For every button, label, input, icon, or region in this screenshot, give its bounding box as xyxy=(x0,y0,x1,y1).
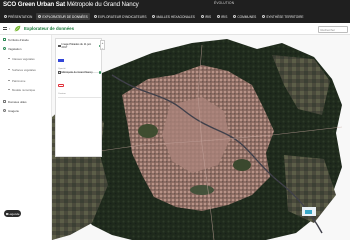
sidebar-item-surfaces[interactable]: Surfaces végétales xyxy=(8,67,36,72)
dash-icon xyxy=(8,89,10,90)
hamburger-menu-icon[interactable] xyxy=(3,27,7,30)
nav-presentation[interactable]: PRÉSENTATION xyxy=(2,13,34,20)
layer-title: Image Pléiades du 11 juin 2017 xyxy=(61,43,92,49)
sidebar: Territoire d'étude Végétation Classes vé… xyxy=(0,35,52,240)
visibility-icon[interactable] xyxy=(98,71,101,74)
document-icon xyxy=(262,15,266,18)
dash-icon xyxy=(8,58,10,59)
nav-mailles-hexagonales[interactable]: MAILLES HEXAGONALES xyxy=(150,13,196,20)
layer-meta: Contour xyxy=(58,93,66,95)
dash-icon xyxy=(8,69,10,70)
sidebar-item-territoire[interactable]: Territoire d'étude xyxy=(3,37,29,42)
section-label: ÉVOLUTION xyxy=(214,1,235,5)
hexagon-icon xyxy=(152,15,156,18)
layer-item-metropole: Métropole du Grand Nancy Contour xyxy=(58,71,101,98)
main-nav: PRÉSENTATION EXPLORATEUR DE DONNÉES EXPL… xyxy=(2,12,306,21)
nav-iris[interactable]: IRIS xyxy=(199,13,213,20)
nav-synthese-territoire[interactable]: SYNTHÈSE TERRITOIRE xyxy=(260,13,305,20)
database-icon xyxy=(3,100,6,103)
satellite-icon xyxy=(3,109,6,112)
layer-meta: Opacité xyxy=(58,68,66,70)
layer-divider xyxy=(58,97,101,98)
layer-title: Métropole du Grand Nancy xyxy=(61,71,93,74)
layer-item-pleiades: Image Pléiades du 11 juin 2017 Opacité xyxy=(58,43,101,73)
sidebar-item-classes[interactable]: Classes végétales xyxy=(8,56,35,61)
home-icon xyxy=(4,15,7,18)
layer-checkbox[interactable] xyxy=(58,44,61,48)
zoom-controls: + − xyxy=(100,40,105,50)
info-icon xyxy=(5,212,8,215)
nav-communes[interactable]: COMMUNES xyxy=(231,13,258,20)
legend-button[interactable]: Légende xyxy=(4,210,21,217)
brand-main: SCO Green Urban Sat xyxy=(3,1,66,8)
app-brand[interactable]: SCO Green Urban Sat Métropole du Grand N… xyxy=(3,1,139,8)
layer-swatch xyxy=(58,83,64,87)
brand-sub: Métropole du Grand Nancy xyxy=(66,1,139,8)
nav-explorateur-indicateurs[interactable]: EXPLORATEUR D'INDICATEURS xyxy=(92,13,149,20)
layers-panel: Image Pléiades du 11 juin 2017 Opacité M… xyxy=(55,38,102,157)
dash-icon xyxy=(8,80,10,81)
layer-checkbox[interactable] xyxy=(58,71,61,74)
layers-icon xyxy=(38,15,42,18)
leaf-icon xyxy=(3,47,6,50)
sidebar-item-donnees-utiles[interactable]: Données utiles xyxy=(3,99,27,104)
page-titlebar: ‹ Explorateur de données Rechercher xyxy=(0,23,350,35)
chevron-left-icon[interactable]: ‹ xyxy=(9,26,10,31)
page-title: Explorateur de données xyxy=(24,26,75,31)
sidebar-item-patrimoine[interactable]: Patrimoine xyxy=(8,78,25,83)
app-header: SCO Green Urban Sat Métropole du Grand N… xyxy=(0,0,350,23)
sidebar-item-vegetation[interactable]: Végétation xyxy=(3,46,21,51)
leaf-logo-icon xyxy=(14,25,21,32)
layer-swatch xyxy=(58,58,64,62)
sidebar-item-modele[interactable]: Modèle numérique xyxy=(8,87,35,92)
chart-icon xyxy=(93,15,97,18)
sidebar-item-imagerie[interactable]: Imagerie xyxy=(3,108,19,113)
search-input[interactable]: Rechercher xyxy=(318,25,348,33)
grid-icon xyxy=(200,15,204,18)
map-icon xyxy=(3,38,6,41)
grid-icon xyxy=(217,15,221,18)
nav-iris-2[interactable]: IRIS xyxy=(215,13,229,20)
nav-explorateur-donnees[interactable]: EXPLORATEUR DE DONNÉES xyxy=(36,13,90,20)
zoom-out-button[interactable]: − xyxy=(101,46,104,51)
city-icon xyxy=(233,15,237,18)
